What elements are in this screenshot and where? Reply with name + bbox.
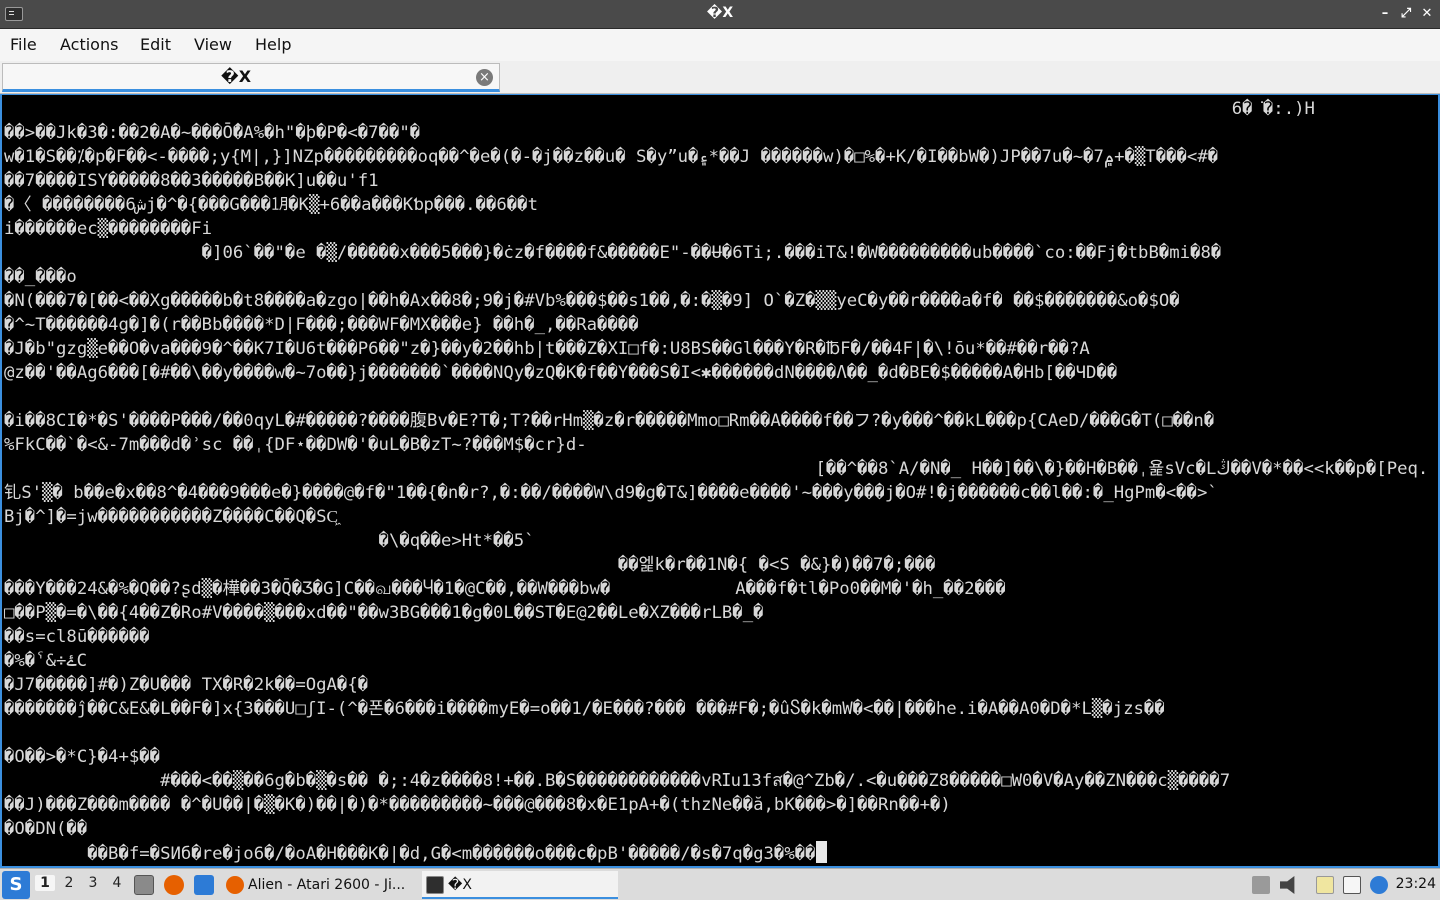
terminal-line: ��s=cl8ū������ — [4, 627, 150, 647]
terminal-line: ��J)���Z���m���� �^�U��|�▒�K�)��|�)�*���… — [4, 795, 951, 815]
network-tray-icon[interactable] — [1343, 876, 1361, 894]
terminal-line: ��7����ISY�����8��3�����B��K]u��u'f1 — [4, 171, 379, 191]
workspace-1[interactable]: 1 — [35, 875, 55, 891]
window-title: �X — [706, 5, 734, 21]
terminal-view[interactable]: 6�͘�:.)H ��>��Jk�3�:��2�A�~���Ō̄�A%�h"�þ�… — [0, 94, 1440, 868]
taskbar: S 1 2 3 4 Alien - Atari 2600 - Ji... �X … — [0, 868, 1440, 900]
terminal-line: �〈 ��������6شj�^�{���G���㋀�K▒+6��a���Kƅp… — [4, 195, 538, 215]
terminal-line: ��B�f=�SИб�re�jo6�/�oA�H���K�|�d,G�<m���… — [4, 841, 1426, 865]
task-label: Alien - Atari 2600 - Ji... — [248, 877, 406, 893]
clock[interactable]: 23:24 — [1396, 876, 1436, 892]
terminal-line: �i��8CI�*�S'����P���/��0qyL�#�����?����腹… — [4, 411, 1215, 431]
window-titlebar: �X – ⤢ ✕ — [0, 0, 1440, 29]
file-manager-icon[interactable] — [134, 875, 154, 895]
maximize-button[interactable]: ⤢ — [1397, 5, 1415, 23]
notes-tray-icon[interactable] — [1316, 876, 1334, 894]
terminal-line: ��_���o — [4, 267, 77, 287]
terminal-line: @z��'��Ag6���[�#��\��y����w�~7o��}j�����… — [4, 363, 1118, 383]
terminal-line: 钆S'▒� b��e�x��8^�4���9���e�}����@�f�"1��… — [4, 483, 1218, 503]
update-notifier-icon[interactable] — [1370, 876, 1388, 894]
menu-actions[interactable]: Actions — [60, 35, 118, 54]
terminal-line: 6�͘�:.)H — [4, 99, 1315, 119]
terminal-line: [��^��8`A/�N�_ H��]��\�}��H�B��ˌ욡sVc�Lڭ�… — [4, 459, 1426, 479]
menubar: File Actions Edit View Help — [0, 29, 1440, 61]
terminal-line: �%�ˁ&÷ۓC — [4, 651, 87, 671]
volume-icon[interactable] — [1280, 876, 1295, 894]
terminal-line: o7Q̣� — [4, 723, 1426, 743]
clipboard-tray-icon[interactable] — [1252, 876, 1270, 894]
firefox-task-icon — [226, 876, 244, 894]
task-firefox-alien[interactable]: Alien - Atari 2600 - Ji... — [222, 871, 418, 899]
tab-label: �X — [220, 67, 252, 86]
close-window-button[interactable]: ✕ — [1418, 5, 1436, 23]
terminal-line: �N(���7�[��<��Xg�����b�t8����a�zgo|��h�A… — [4, 291, 1180, 311]
minimize-button[interactable]: – — [1376, 5, 1394, 23]
task-label: �X — [448, 877, 472, 893]
terminal-line: ��>��Jk�3�:��2�A�~���Ō̄�A%�h"�þ�P�<�7��"… — [4, 123, 421, 143]
terminal-line: �J�b"gzg▒e��O�va���9�^��K7I�U6t���P6��"z… — [4, 339, 1090, 359]
menu-file[interactable]: File — [10, 35, 37, 54]
tabbar: �X × — [0, 61, 1440, 94]
terminal-line: w�1�S��⁒�p�F��<-����;y{M|,}]NZp���������… — [4, 147, 1219, 167]
terminal-line: �������ĵ��C&E&�L��F�]x{3���U□ʃI-(^�폰�6��… — [4, 699, 1165, 719]
terminal-line: �\�q��e>Ht*��5` — [4, 531, 535, 551]
start-menu-button[interactable]: S — [2, 871, 30, 899]
task-terminal[interactable]: �X — [422, 871, 618, 899]
terminal-line: �O�DN(�� — [4, 819, 88, 839]
tab-close-icon[interactable]: × — [476, 69, 493, 86]
terminal-scrollbar[interactable] — [1426, 95, 1438, 865]
terminal-line: �J7�����]#�)Z�U��� TX�R�2k��=OgA�{� — [4, 675, 369, 695]
workspace-4[interactable]: 4 — [107, 875, 127, 891]
terminal-tab[interactable]: �X × — [2, 63, 500, 92]
firefox-icon[interactable] — [164, 875, 184, 895]
terminal-line: ��#Ш�G���� — [4, 385, 1426, 409]
terminal-line: □��P▒�=�\��{4��Z�Ro#V����▒���xd��"��w3BG… — [4, 603, 764, 623]
terminal-cursor — [815, 841, 827, 863]
terminal-line: #���<��▒��6g�b�▒�s�� �;:4�z����8!+��.B�S… — [4, 771, 1231, 791]
terminal-line: �^~T������4g�]�(r��Bb����*D|F���;���WF�M… — [4, 315, 639, 335]
show-desktop-icon[interactable] — [194, 875, 214, 895]
terminal-output: 6�͘�:.)H ��>��Jk�3�:��2�A�~���Ō̄�A%�h"�þ�… — [4, 97, 1426, 865]
terminal-line: Bj�^]�=jw�����������Z����C��Q�SC͖ — [4, 507, 339, 527]
terminal-line: i������ec▒��������Fi — [4, 219, 213, 239]
workspace-2[interactable]: 2 — [59, 875, 79, 891]
terminal-line: ��엝k�r��1N�{ �<S �&}�)��7�;��� — [4, 555, 936, 575]
terminal-line: ���Y���24&�%�Q��?ʂd▒�樺��3�Q̄�Ʒ�G]C��வ���… — [4, 579, 1006, 599]
workspace-3[interactable]: 3 — [83, 875, 103, 891]
menu-help[interactable]: Help — [255, 35, 291, 54]
menu-edit[interactable]: Edit — [140, 35, 171, 54]
terminal-line: �O��>�*C}�4+$�� — [4, 747, 161, 767]
menu-view[interactable]: View — [194, 35, 232, 54]
terminal-line: %FkC��`�<&-7m���d�ʾsc ��ˌ{DF⋆��DW�'�uL�B… — [4, 435, 587, 455]
terminal-line: �]06`��"�e �▒/�����x���5���}�ċz�f����f&�… — [4, 243, 1222, 263]
terminal-task-icon — [426, 876, 444, 894]
